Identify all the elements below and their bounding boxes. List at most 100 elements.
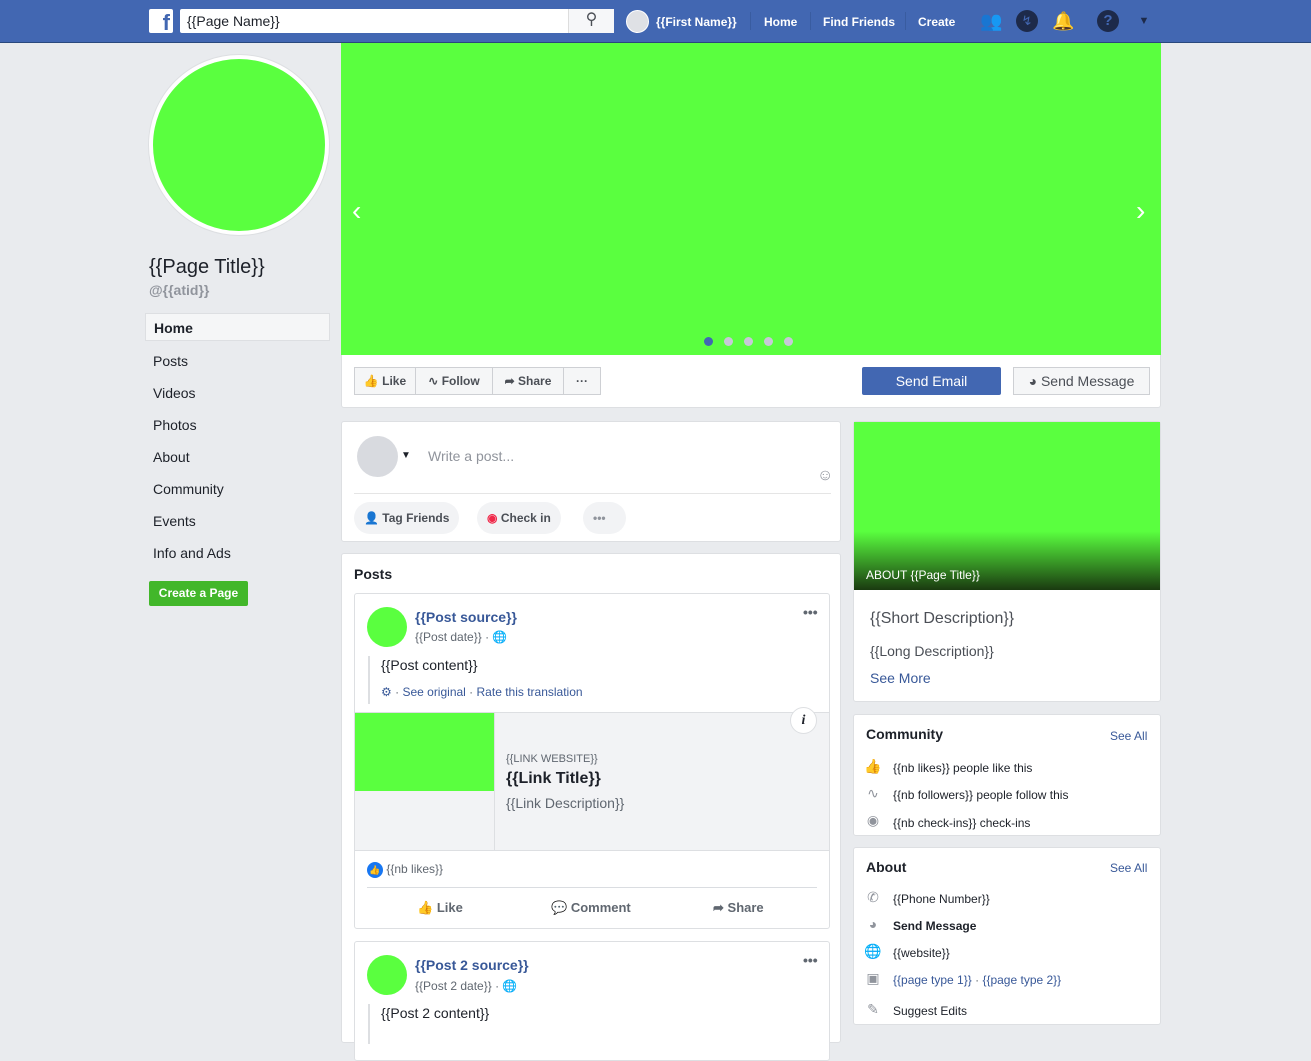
page-type-icon: ▣ [866, 970, 880, 986]
share-page-button[interactable]: ➦ Share [492, 367, 564, 395]
see-original-link[interactable]: See original [402, 685, 465, 699]
follow-button[interactable]: ∿ Follow [415, 367, 493, 395]
about-see-all-link[interactable]: See All [1110, 861, 1147, 875]
search-icon[interactable]: ⚲ [568, 9, 614, 33]
thumbs-up-icon: 👍 [363, 374, 379, 388]
slide-dot-3[interactable] [744, 337, 753, 346]
help-icon[interactable]: ? [1097, 10, 1119, 32]
slide-dot-5[interactable] [784, 337, 793, 346]
sidebar-item-community[interactable]: Community [145, 475, 330, 503]
rate-translation-link[interactable]: Rate this translation [477, 685, 583, 699]
post-source-link[interactable]: {{Post 2 source}} [415, 957, 529, 973]
post-content: {{Post content}} [381, 657, 478, 673]
check-in-button[interactable]: ◉ Check in [477, 502, 561, 534]
messenger-icon: ◕ [1028, 373, 1038, 389]
sidebar-item-photos[interactable]: Photos [145, 411, 330, 439]
like-page-button[interactable]: 👍 Like [354, 367, 416, 395]
tag-friends-button[interactable]: 👤 Tag Friends [354, 502, 460, 534]
thumbs-up-icon: 👍 [864, 758, 882, 774]
sidebar-item-about[interactable]: About [145, 443, 330, 471]
see-more-link[interactable]: See More [870, 670, 931, 686]
share-arrow-icon: ➦ [504, 374, 515, 388]
post-source-link[interactable]: {{Post source}} [415, 609, 517, 625]
search-input[interactable]: {{Page Name}} [180, 9, 614, 33]
sidebar-item-home[interactable]: Home [145, 313, 330, 341]
pencil-icon: ✎ [867, 1001, 879, 1017]
phone-number: {{Phone Number}} [893, 892, 990, 906]
info-icon[interactable]: i [790, 707, 817, 734]
nav-create[interactable]: Create [918, 15, 955, 29]
sidebar-item-posts[interactable]: Posts [145, 347, 330, 375]
account-menu-chevron-down-icon[interactable]: ▼ [1133, 10, 1155, 32]
about-title: About [866, 859, 907, 875]
short-description: {{Short Description}} [870, 610, 1015, 627]
prev-slide-chevron-left-icon[interactable]: ‹ [352, 195, 361, 227]
emoji-icon[interactable]: ☺ [817, 467, 833, 485]
sidebar-item-videos[interactable]: Videos [145, 379, 330, 407]
post-date[interactable]: {{Post date}} · 🌐 [415, 630, 507, 644]
post-like-button[interactable]: 👍 Like [417, 900, 463, 916]
link-title: {{Link Title}} [506, 770, 601, 787]
community-see-all-link[interactable]: See All [1110, 729, 1147, 743]
send-message-link[interactable]: Send Message [893, 919, 976, 933]
link-preview[interactable]: {{LINK WEBSITE}} {{Link Title}} {{Link D… [355, 707, 829, 851]
followers-row: {{nb followers}} people follow this [893, 788, 1069, 802]
page-handle: @{{atid}} [149, 282, 210, 298]
write-post-input[interactable]: Write a post... [428, 448, 514, 464]
about-page-card: ABOUT {{Page Title}} {{Short Description… [853, 421, 1161, 702]
rss-icon: ∿ [867, 785, 879, 801]
link-image [355, 713, 494, 791]
user-avatar[interactable] [626, 10, 649, 33]
location-pin-icon: ◉ [487, 511, 498, 525]
slide-dot-2[interactable] [724, 337, 733, 346]
facebook-logo-icon[interactable]: f [149, 9, 173, 33]
post-comment-button[interactable]: 💬 Comment [551, 900, 631, 916]
composer-more-button[interactable]: ••• [583, 502, 626, 534]
slide-dot-4[interactable] [764, 337, 773, 346]
page-type-1-link[interactable]: {{page type 1}} [893, 973, 972, 987]
post-menu-icon[interactable]: ••• [803, 604, 818, 620]
post-content: {{Post 2 content}} [381, 1005, 490, 1021]
next-slide-chevron-right-icon[interactable]: › [1136, 195, 1145, 227]
composer-avatar[interactable] [357, 436, 398, 477]
top-bar: f {{Page Name}} ⚲ {{First Name}} Home Fi… [0, 0, 1311, 43]
about-card: About See All ✆ {{Phone Number}} ◕ Send … [853, 847, 1161, 1025]
community-card: Community See All 👍 {{nb likes}} people … [853, 714, 1161, 836]
notifications-bell-icon[interactable]: 🔔 [1052, 10, 1074, 32]
long-description: {{Long Description}} [870, 643, 994, 659]
checkins-row: {{nb check-ins}} check-ins [893, 816, 1031, 830]
messenger-icon: ◕ [868, 916, 878, 932]
post-share-button[interactable]: ➦ Share [713, 900, 764, 916]
sidebar-item-info-and-ads[interactable]: Info and Ads [145, 539, 330, 567]
profile-link[interactable]: {{First Name}} [656, 15, 737, 29]
sidebar-item-events[interactable]: Events [145, 507, 330, 535]
likes-count[interactable]: 👍 {{nb likes}} [367, 862, 443, 878]
rss-icon: ∿ [428, 374, 439, 388]
thumbs-up-outline-icon: 👍 [417, 900, 434, 915]
create-page-button[interactable]: Create a Page [149, 581, 248, 606]
gear-icon[interactable]: ⚙ [381, 685, 392, 699]
cover-photo [341, 43, 1161, 355]
post-menu-icon[interactable]: ••• [803, 952, 818, 968]
globe-icon: 🌐 [492, 630, 508, 644]
post-date[interactable]: {{Post 2 date}} · 🌐 [415, 979, 517, 993]
caret-down-icon[interactable]: ▼ [401, 450, 411, 461]
more-options-button[interactable]: ··· [563, 367, 601, 395]
link-website: {{LINK WEBSITE}} [506, 753, 598, 765]
location-pin-icon: ◉ [866, 812, 880, 828]
profile-picture[interactable] [149, 55, 329, 235]
post-source-avatar[interactable] [367, 955, 407, 995]
post-card: {{Post source}} {{Post date}} · 🌐 ••• {{… [354, 593, 830, 929]
slide-dot-1[interactable] [704, 337, 713, 346]
send-email-button[interactable]: Send Email [862, 367, 1001, 395]
website-link[interactable]: {{website}} [893, 946, 950, 960]
like-reaction-icon: 👍 [367, 862, 383, 878]
post-source-avatar[interactable] [367, 607, 407, 647]
nav-find-friends[interactable]: Find Friends [823, 15, 895, 29]
messenger-icon[interactable]: ↯ [1016, 10, 1038, 32]
send-message-button[interactable]: ◕ Send Message [1013, 367, 1150, 395]
nav-home[interactable]: Home [764, 15, 797, 29]
suggest-edits-link[interactable]: Suggest Edits [893, 1004, 967, 1018]
page-type-2-link[interactable]: {{page type 2}} [982, 973, 1061, 987]
friend-requests-icon[interactable]: 👥 [980, 10, 1002, 32]
